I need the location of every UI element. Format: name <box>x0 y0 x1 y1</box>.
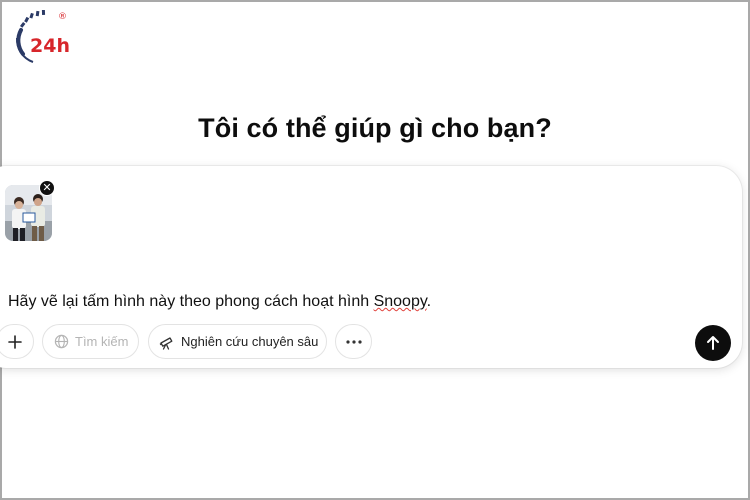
globe-icon <box>54 334 69 349</box>
search-button[interactable]: Tìm kiếm <box>42 324 139 359</box>
prompt-text: Hãy vẽ lại tấm hình này theo phong cách … <box>8 293 374 310</box>
add-attachment-button[interactable] <box>0 324 34 359</box>
remove-attachment-button[interactable]: ✕ <box>39 180 55 196</box>
deep-research-button[interactable]: Nghiên cứu chuyên sâu <box>148 324 327 359</box>
close-icon: ✕ <box>42 181 52 194</box>
plus-icon <box>8 334 22 349</box>
search-label: Tìm kiếm <box>75 334 129 349</box>
arrow-up-icon <box>707 336 719 350</box>
telescope-icon <box>159 336 173 350</box>
logo-number: 24h <box>30 35 70 57</box>
prompt-text-end: . <box>426 293 432 310</box>
prompt-input[interactable]: Hãy vẽ lại tấm hình này theo phong cách … <box>8 293 431 311</box>
send-button[interactable] <box>695 325 731 361</box>
brand-logo: 24h ® <box>11 9 73 66</box>
page-title: Tôi có thể giúp gì cho bạn? <box>198 113 552 143</box>
more-options-button[interactable] <box>335 324 372 359</box>
registered-mark: ® <box>58 12 67 22</box>
deep-research-label: Nghiên cứu chuyên sâu <box>181 334 319 349</box>
prompt-misspelled-word: Snoopy <box>373 293 427 310</box>
ellipsis-icon <box>345 339 362 344</box>
